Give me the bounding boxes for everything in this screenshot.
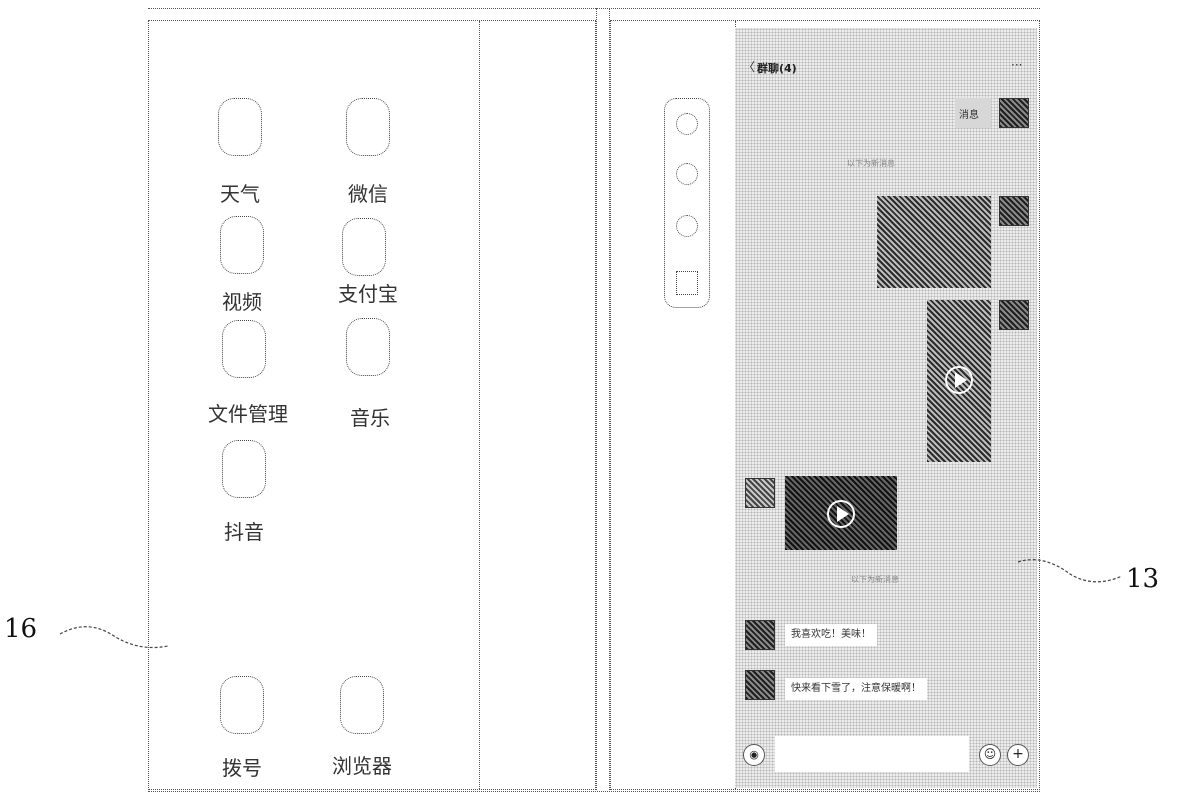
weather-app-label: 天气 [220,182,260,206]
my-avatar[interactable] [999,98,1029,128]
friend-avatar[interactable] [745,478,775,508]
music-app-icon[interactable] [346,318,390,376]
dock-circle-icon[interactable] [676,215,698,237]
dock-circle-icon[interactable] [676,113,698,135]
leader-line-left [59,626,169,649]
file-manager-app-icon[interactable] [222,320,266,378]
ref-label-left: 16 [4,614,38,644]
received-message: 我喜欢吃！美味！ [785,624,877,646]
plus-icon: + [1012,746,1024,762]
dock-circle-icon[interactable] [676,163,698,185]
received-message: 快来看下雪了，注意保暖啊！ [785,678,927,700]
douyin-app-icon[interactable] [222,440,266,498]
wechat-app-icon[interactable] [346,98,390,156]
hinge [596,8,610,790]
plus-button[interactable]: + [1007,744,1029,766]
left-screen-divider [479,21,480,789]
ref-label-right: 13 [1126,564,1160,594]
voice-button[interactable]: ◉ [743,744,765,766]
dialer-app-label: 拨号 [222,756,262,780]
sent-video[interactable] [927,300,991,462]
system-notice: 以下为新消息 [851,575,899,584]
emoji-icon: ☺ [983,747,997,761]
alipay-app-icon[interactable] [342,218,386,276]
chat-back-icon[interactable]: 〈 [743,58,755,75]
alipay-app-label: 支付宝 [338,282,398,306]
dock-square-icon[interactable] [676,271,698,295]
more-options-icon[interactable]: ··· [1011,58,1022,72]
friend-avatar[interactable] [745,620,775,650]
chat-window: 〈 群聊(4) ··· 消息 以下为新消息 以下为新消息 我喜欢吃！美味！ 快来… [735,28,1037,788]
leader-line-right [1017,559,1123,583]
sent-text: 消息 [959,110,979,121]
browser-app-label: 浏览器 [332,754,392,778]
browser-app-icon[interactable] [340,676,384,734]
sent-text-bubble: 消息 [955,98,991,128]
video-app-icon[interactable] [220,216,264,274]
wechat-app-label: 微信 [348,182,388,206]
friend-avatar[interactable] [745,670,775,700]
emoji-button[interactable]: ☺ [979,744,1001,766]
music-app-label: 音乐 [350,406,390,430]
message-input[interactable] [775,736,969,772]
received-video[interactable] [785,476,897,550]
douyin-app-label: 抖音 [224,520,264,544]
video-app-label: 视频 [222,290,262,314]
play-triangle-icon [837,506,849,522]
my-avatar[interactable] [999,300,1029,330]
file-manager-app-label: 文件管理 [208,402,288,426]
system-notice: 以下为新消息 [847,159,895,168]
weather-app-icon[interactable] [218,98,262,156]
play-triangle-icon [955,372,967,388]
voice-icon: ◉ [749,748,759,761]
my-avatar[interactable] [999,196,1029,226]
sent-image[interactable] [877,196,991,288]
floating-dock [664,98,710,308]
chat-title: 群聊(4) [757,62,797,75]
dialer-app-icon[interactable] [220,676,264,734]
